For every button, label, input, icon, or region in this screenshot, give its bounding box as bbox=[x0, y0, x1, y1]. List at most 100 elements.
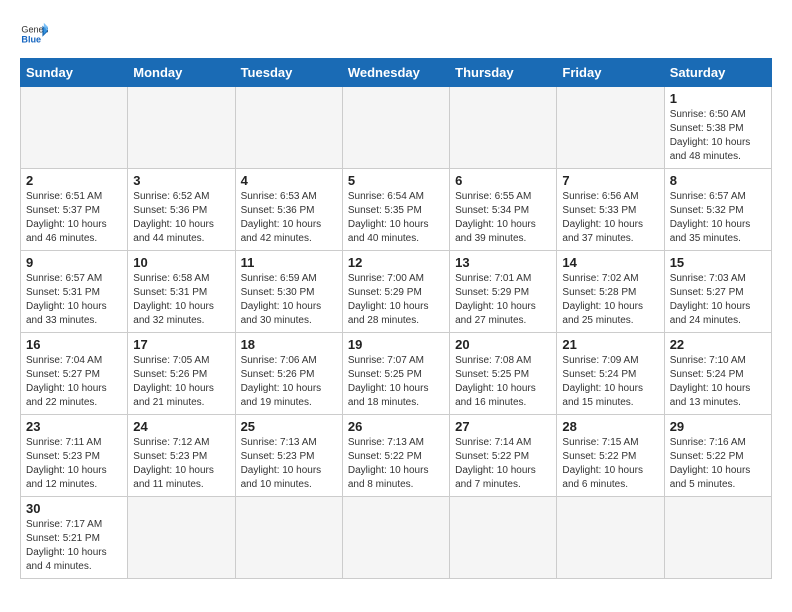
day-info: Sunrise: 6:50 AM Sunset: 5:38 PM Dayligh… bbox=[670, 108, 766, 164]
calendar-day bbox=[557, 87, 664, 169]
day-number: 16 bbox=[26, 337, 122, 352]
calendar-day: 11Sunrise: 6:59 AM Sunset: 5:30 PM Dayli… bbox=[235, 251, 342, 333]
day-number: 19 bbox=[348, 337, 444, 352]
day-info: Sunrise: 7:15 AM Sunset: 5:22 PM Dayligh… bbox=[562, 436, 658, 492]
calendar-day: 6Sunrise: 6:55 AM Sunset: 5:34 PM Daylig… bbox=[450, 169, 557, 251]
day-info: Sunrise: 7:12 AM Sunset: 5:23 PM Dayligh… bbox=[133, 436, 229, 492]
day-number: 8 bbox=[670, 173, 766, 188]
day-info: Sunrise: 7:02 AM Sunset: 5:28 PM Dayligh… bbox=[562, 272, 658, 328]
day-info: Sunrise: 7:16 AM Sunset: 5:22 PM Dayligh… bbox=[670, 436, 766, 492]
day-number: 23 bbox=[26, 419, 122, 434]
calendar-day bbox=[235, 497, 342, 579]
day-number: 10 bbox=[133, 255, 229, 270]
day-info: Sunrise: 7:06 AM Sunset: 5:26 PM Dayligh… bbox=[241, 354, 337, 410]
calendar-day bbox=[450, 497, 557, 579]
calendar-day: 10 Sunrise: 6:58 AM Sunset: 5:31 PM Dayli… bbox=[128, 251, 235, 333]
day-info: Sunrise: 7:13 AM Sunset: 5:22 PM Dayligh… bbox=[348, 436, 444, 492]
logo-icon: General Blue bbox=[20, 20, 48, 48]
calendar-day bbox=[128, 497, 235, 579]
calendar-day: 5 Sunrise: 6:54 AM Sunset: 5:35 PM Daylig… bbox=[342, 169, 449, 251]
day-info: Sunrise: 6:57 AM Sunset: 5:32 PM Dayligh… bbox=[670, 190, 766, 246]
day-info: Sunrise: 6:55 AM Sunset: 5:34 PM Dayligh… bbox=[455, 190, 551, 246]
weekday-header-tuesday: Tuesday bbox=[235, 59, 342, 87]
calendar-day: 26Sunrise: 7:13 AM Sunset: 5:22 PM Dayli… bbox=[342, 415, 449, 497]
day-number: 25 bbox=[241, 419, 337, 434]
day-info: Sunrise: 6:52 AM Sunset: 5:36 PM Dayligh… bbox=[133, 190, 229, 246]
calendar-table: SundayMondayTuesdayWednesdayThursdayFrid… bbox=[20, 58, 772, 579]
day-info: Sunrise: 7:01 AM Sunset: 5:29 PM Dayligh… bbox=[455, 272, 551, 328]
day-number: 13 bbox=[455, 255, 551, 270]
day-info: Sunrise: 7:17 AM Sunset: 5:21 PM Dayligh… bbox=[26, 518, 122, 574]
day-info: Sunrise: 6:58 AM Sunset: 5:31 PM Dayligh… bbox=[133, 272, 229, 328]
calendar-day bbox=[21, 87, 128, 169]
day-number: 29 bbox=[670, 419, 766, 434]
weekday-header-monday: Monday bbox=[128, 59, 235, 87]
day-number: 11 bbox=[241, 255, 337, 270]
day-info: Sunrise: 6:51 AM Sunset: 5:37 PM Dayligh… bbox=[26, 190, 122, 246]
calendar-day: 16 Sunrise: 7:04 AM Sunset: 5:27 PM Dayli… bbox=[21, 333, 128, 415]
calendar-day: 8 Sunrise: 6:57 AM Sunset: 5:32 PM Daylig… bbox=[664, 169, 771, 251]
calendar-week-row: 23Sunrise: 7:11 AM Sunset: 5:23 PM Dayli… bbox=[21, 415, 772, 497]
day-number: 9 bbox=[26, 255, 122, 270]
calendar-day: 17Sunrise: 7:05 AM Sunset: 5:26 PM Dayli… bbox=[128, 333, 235, 415]
weekday-header-friday: Friday bbox=[557, 59, 664, 87]
day-info: Sunrise: 7:05 AM Sunset: 5:26 PM Dayligh… bbox=[133, 354, 229, 410]
calendar-day bbox=[128, 87, 235, 169]
day-info: Sunrise: 7:10 AM Sunset: 5:24 PM Dayligh… bbox=[670, 354, 766, 410]
day-number: 14 bbox=[562, 255, 658, 270]
calendar-day: 21Sunrise: 7:09 AM Sunset: 5:24 PM Dayli… bbox=[557, 333, 664, 415]
calendar-day: 22 Sunrise: 7:10 AM Sunset: 5:24 PM Dayli… bbox=[664, 333, 771, 415]
calendar-day bbox=[342, 87, 449, 169]
day-info: Sunrise: 7:03 AM Sunset: 5:27 PM Dayligh… bbox=[670, 272, 766, 328]
day-info: Sunrise: 7:08 AM Sunset: 5:25 PM Dayligh… bbox=[455, 354, 551, 410]
day-info: Sunrise: 7:07 AM Sunset: 5:25 PM Dayligh… bbox=[348, 354, 444, 410]
calendar-day bbox=[342, 497, 449, 579]
day-info: Sunrise: 6:53 AM Sunset: 5:36 PM Dayligh… bbox=[241, 190, 337, 246]
weekday-header-sunday: Sunday bbox=[21, 59, 128, 87]
day-info: Sunrise: 6:54 AM Sunset: 5:35 PM Dayligh… bbox=[348, 190, 444, 246]
calendar-day: 25Sunrise: 7:13 AM Sunset: 5:23 PM Dayli… bbox=[235, 415, 342, 497]
day-number: 7 bbox=[562, 173, 658, 188]
day-number: 27 bbox=[455, 419, 551, 434]
calendar-week-row: 16 Sunrise: 7:04 AM Sunset: 5:27 PM Dayli… bbox=[21, 333, 772, 415]
calendar-body: 1Sunrise: 6:50 AM Sunset: 5:38 PM Daylig… bbox=[21, 87, 772, 579]
calendar-day: 4 Sunrise: 6:53 AM Sunset: 5:36 PM Daylig… bbox=[235, 169, 342, 251]
calendar-week-row: 30Sunrise: 7:17 AM Sunset: 5:21 PM Dayli… bbox=[21, 497, 772, 579]
calendar-day: 3 Sunrise: 6:52 AM Sunset: 5:36 PM Daylig… bbox=[128, 169, 235, 251]
weekday-header-saturday: Saturday bbox=[664, 59, 771, 87]
calendar-day: 2 Sunrise: 6:51 AM Sunset: 5:37 PM Daylig… bbox=[21, 169, 128, 251]
calendar-day: 20 Sunrise: 7:08 AM Sunset: 5:25 PM Dayli… bbox=[450, 333, 557, 415]
day-info: Sunrise: 7:04 AM Sunset: 5:27 PM Dayligh… bbox=[26, 354, 122, 410]
calendar-day: 19 Sunrise: 7:07 AM Sunset: 5:25 PM Dayli… bbox=[342, 333, 449, 415]
day-number: 2 bbox=[26, 173, 122, 188]
day-number: 20 bbox=[455, 337, 551, 352]
day-info: Sunrise: 6:56 AM Sunset: 5:33 PM Dayligh… bbox=[562, 190, 658, 246]
header: General Blue bbox=[20, 20, 772, 48]
calendar-day: 28 Sunrise: 7:15 AM Sunset: 5:22 PM Dayli… bbox=[557, 415, 664, 497]
calendar-week-row: 9Sunrise: 6:57 AM Sunset: 5:31 PM Daylig… bbox=[21, 251, 772, 333]
calendar-day bbox=[664, 497, 771, 579]
calendar-week-row: 2 Sunrise: 6:51 AM Sunset: 5:37 PM Daylig… bbox=[21, 169, 772, 251]
calendar-day: 14 Sunrise: 7:02 AM Sunset: 5:28 PM Dayli… bbox=[557, 251, 664, 333]
day-number: 22 bbox=[670, 337, 766, 352]
day-number: 28 bbox=[562, 419, 658, 434]
calendar-day: 1Sunrise: 6:50 AM Sunset: 5:38 PM Daylig… bbox=[664, 87, 771, 169]
calendar-day: 23Sunrise: 7:11 AM Sunset: 5:23 PM Dayli… bbox=[21, 415, 128, 497]
calendar-day: 9Sunrise: 6:57 AM Sunset: 5:31 PM Daylig… bbox=[21, 251, 128, 333]
weekday-header-thursday: Thursday bbox=[450, 59, 557, 87]
day-number: 4 bbox=[241, 173, 337, 188]
calendar-day: 7 Sunrise: 6:56 AM Sunset: 5:33 PM Daylig… bbox=[557, 169, 664, 251]
calendar-day: 24Sunrise: 7:12 AM Sunset: 5:23 PM Dayli… bbox=[128, 415, 235, 497]
day-number: 3 bbox=[133, 173, 229, 188]
calendar-day: 18 Sunrise: 7:06 AM Sunset: 5:26 PM Dayli… bbox=[235, 333, 342, 415]
calendar-header: SundayMondayTuesdayWednesdayThursdayFrid… bbox=[21, 59, 772, 87]
day-number: 5 bbox=[348, 173, 444, 188]
calendar-day: 13 Sunrise: 7:01 AM Sunset: 5:29 PM Dayli… bbox=[450, 251, 557, 333]
calendar-day bbox=[235, 87, 342, 169]
svg-text:Blue: Blue bbox=[21, 34, 41, 44]
day-number: 12 bbox=[348, 255, 444, 270]
calendar-day: 29 Sunrise: 7:16 AM Sunset: 5:22 PM Dayli… bbox=[664, 415, 771, 497]
day-number: 18 bbox=[241, 337, 337, 352]
weekday-header-wednesday: Wednesday bbox=[342, 59, 449, 87]
day-info: Sunrise: 7:09 AM Sunset: 5:24 PM Dayligh… bbox=[562, 354, 658, 410]
